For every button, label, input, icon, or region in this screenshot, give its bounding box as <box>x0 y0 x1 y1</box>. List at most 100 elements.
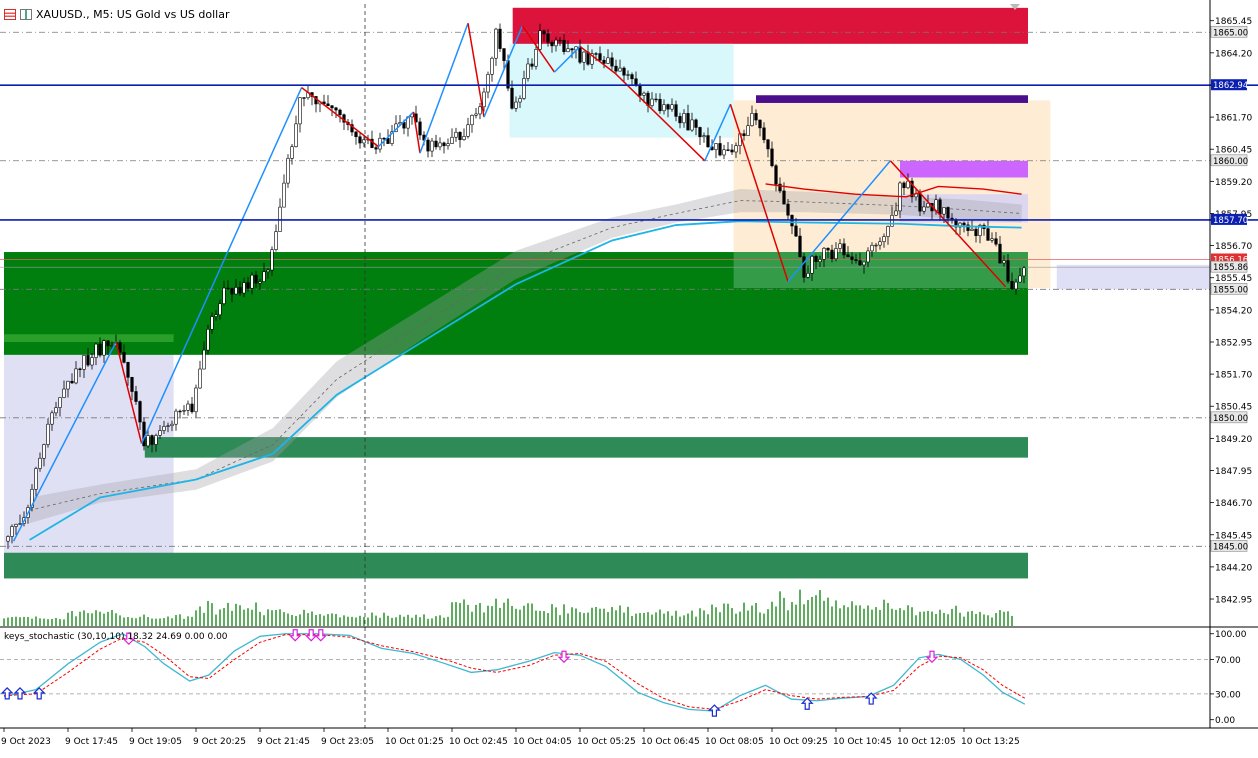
candle-body <box>566 48 570 53</box>
candle-body <box>178 410 182 413</box>
price-label: 1857.70 <box>1213 216 1248 226</box>
time-tick-label: 9 Oct 17:45 <box>65 737 118 747</box>
candle-body <box>530 63 534 67</box>
candle-body <box>486 74 490 93</box>
candle-body <box>718 143 722 156</box>
time-tick-label: 10 Oct 10:45 <box>833 737 892 747</box>
candle-body <box>774 165 778 185</box>
candle-body <box>754 113 758 121</box>
candle-body <box>438 142 442 148</box>
time-tick-label: 10 Oct 13:25 <box>961 737 1020 747</box>
chart-type-icon[interactable] <box>20 8 32 20</box>
candle-body <box>734 145 738 153</box>
candle-body <box>298 97 302 125</box>
symbol-title: XAUUSD., M5: US Gold vs US dollar <box>36 7 230 21</box>
stochastic-panel: 100.00 70.00 30.00 0.00 <box>0 629 1247 726</box>
candle-body <box>682 113 686 124</box>
zigzag-segment <box>301 86 379 148</box>
candle-body <box>834 248 838 260</box>
candle-body <box>18 523 22 525</box>
candle-body <box>74 368 78 384</box>
candle-body <box>106 340 110 347</box>
candle-body <box>518 98 522 103</box>
candle-body <box>538 30 542 50</box>
candle-body <box>214 314 218 317</box>
candle-body <box>526 63 530 79</box>
up-arrow-icon <box>864 692 878 705</box>
candle-body <box>210 316 214 330</box>
candle-body <box>918 193 922 212</box>
candle-body <box>642 92 646 96</box>
candle-body <box>970 228 974 231</box>
price-label: 1862.94 <box>1213 81 1248 91</box>
candle-body <box>786 203 790 216</box>
candle-body <box>482 91 486 108</box>
candle-body <box>946 207 950 219</box>
candle-body <box>498 28 502 49</box>
candle-body <box>610 57 614 67</box>
candle-body <box>250 274 254 289</box>
candle-body <box>694 119 698 128</box>
candle-body <box>650 98 654 106</box>
candle-body <box>678 116 682 124</box>
candle-body <box>614 65 618 72</box>
candle-body <box>522 78 526 99</box>
candle-body <box>166 425 170 427</box>
price-tick-label: 1854.20 <box>1215 306 1252 316</box>
candle-body <box>14 523 18 527</box>
candle-body <box>638 84 642 96</box>
candle-body <box>434 140 438 148</box>
candle-body <box>990 238 994 241</box>
candle-body <box>98 343 102 356</box>
candle-body <box>154 435 158 445</box>
candle-body <box>270 249 274 271</box>
candle-body <box>230 288 234 295</box>
candle-body <box>690 119 694 131</box>
candle-body <box>242 282 246 294</box>
candle-body <box>606 57 610 64</box>
purple-zone <box>756 95 1028 103</box>
candle-body <box>42 444 46 459</box>
candle-body <box>458 131 462 141</box>
candle-body <box>602 59 606 64</box>
candle-body <box>806 272 810 278</box>
candle-body <box>726 149 730 151</box>
candle-body <box>598 53 602 61</box>
time-tick-label: 10 Oct 02:45 <box>449 737 508 747</box>
candle-body <box>1018 275 1022 283</box>
candle-body <box>238 287 242 294</box>
candle-body <box>78 368 82 370</box>
candle-body <box>838 243 842 249</box>
candle-body <box>282 182 286 208</box>
candle-body <box>730 149 734 153</box>
time-tick-label: 10 Oct 04:05 <box>513 737 572 747</box>
price-tick-label: 1845.45 <box>1215 531 1252 541</box>
candle-body <box>514 101 518 109</box>
price-tick-label: 1846.70 <box>1215 499 1252 509</box>
zigzag-segment <box>467 23 485 118</box>
price-tick-label: 1860.45 <box>1215 146 1252 156</box>
symbol-menu-icon[interactable] <box>4 8 16 20</box>
candle-body <box>170 423 174 427</box>
demand-zone-left <box>4 334 174 342</box>
demand-zone-low <box>4 552 1028 579</box>
candle-body <box>998 243 1002 264</box>
price-label: 1855.00 <box>1213 285 1248 295</box>
candle-body <box>618 67 622 72</box>
candle-body <box>798 235 802 257</box>
candle-body <box>578 46 582 63</box>
candle-body <box>90 357 94 366</box>
candle-body <box>286 158 290 184</box>
candle-body <box>38 457 42 469</box>
candle-body <box>430 140 434 152</box>
time-tick-label: 10 Oct 01:25 <box>385 737 444 747</box>
price-tick-label: 1864.20 <box>1215 49 1252 59</box>
down-arrow-icon <box>288 629 302 642</box>
price-tick-label: 1849.20 <box>1215 435 1252 445</box>
candle-body <box>810 256 814 274</box>
candle-body <box>182 409 186 412</box>
candle-body <box>742 133 746 136</box>
candle-body <box>942 207 946 215</box>
candle-body <box>426 139 430 152</box>
candle-body <box>226 287 230 290</box>
